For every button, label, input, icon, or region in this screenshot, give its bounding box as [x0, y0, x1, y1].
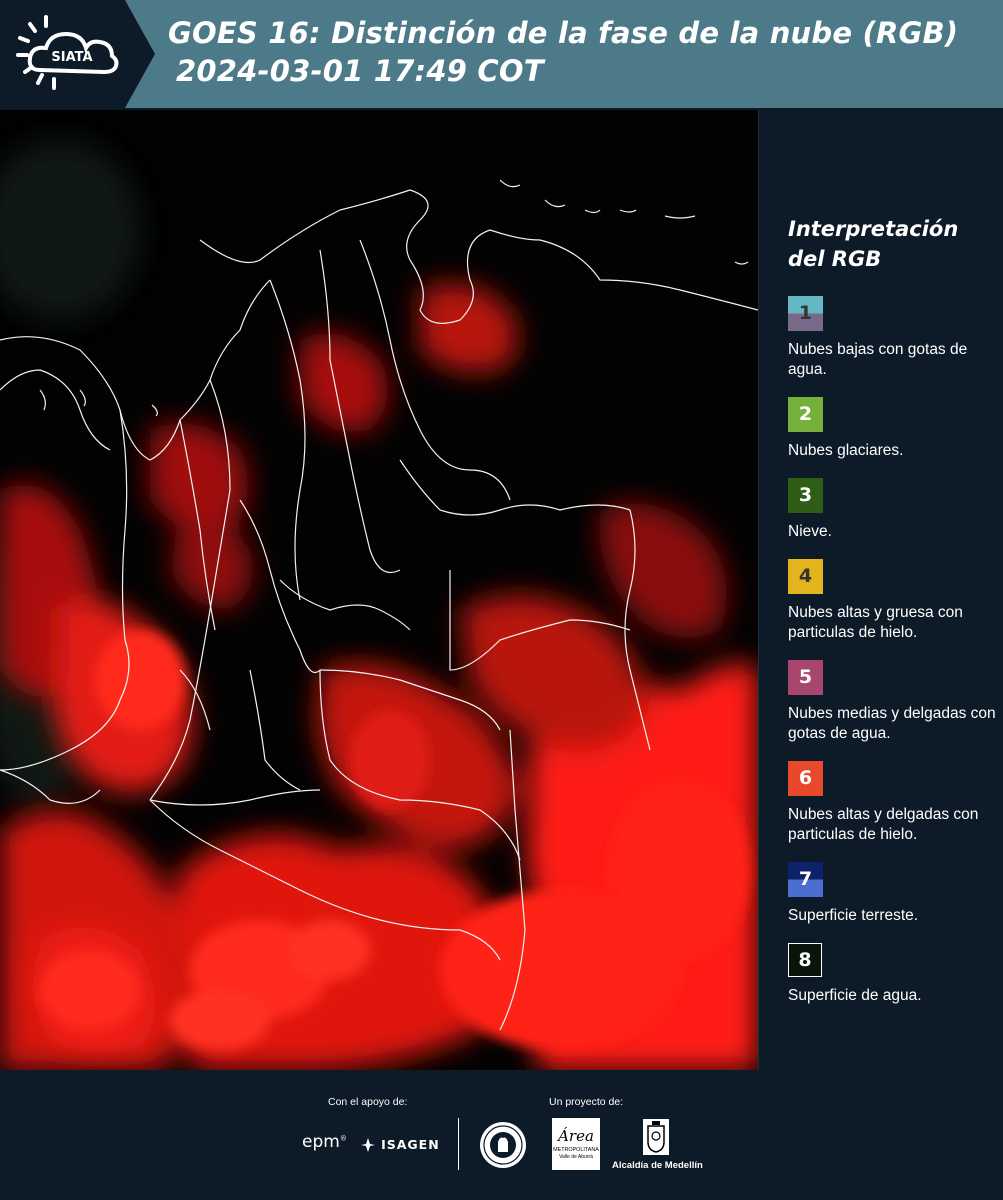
legend-item: 7 Superficie terreste. — [788, 862, 998, 926]
satellite-map — [0, 110, 758, 1070]
legend-swatch: 6 — [788, 761, 823, 796]
legend-swatch: 8 — [788, 943, 822, 977]
legend-description: Nubes bajas con gotas de agua. — [788, 341, 968, 378]
legend-title: Interpretación del RGB — [788, 214, 998, 274]
area-logo-sub2: Valle de Aburrá — [559, 1154, 593, 1160]
legend-description: Nubes altas y delgadas con particulas de… — [788, 806, 979, 843]
epm-logo: epm® — [302, 1132, 347, 1152]
isagen-logo: ISAGEN — [360, 1134, 440, 1153]
legend-number: 8 — [798, 949, 812, 971]
title-line-1: GOES 16: Distinción de la fase de la nub… — [168, 16, 959, 50]
legend-swatch: 3 — [788, 478, 823, 513]
medellin-shield-icon — [642, 1118, 670, 1160]
legend-swatch: 4 — [788, 559, 823, 594]
legend-swatch: 2 — [788, 397, 823, 432]
legend-description: Nubes medias y delgadas con gotas de agu… — [788, 705, 996, 742]
legend-number: 1 — [798, 302, 813, 324]
siata-logo: SIATA — [0, 0, 155, 108]
legend-number: 2 — [798, 403, 813, 425]
map-divider — [758, 110, 759, 1070]
area-metropolitana-logo: Área METROPOLITANA Valle de Aburrá — [552, 1118, 600, 1170]
seal-logo — [478, 1120, 528, 1174]
legend-description: Superficie de agua. — [788, 987, 922, 1004]
area-logo-subtitle: METROPOLITANA — [553, 1147, 599, 1153]
alcaldia-medellin-text: Alcaldía de Medellín — [612, 1160, 703, 1171]
legend-number: 6 — [798, 767, 813, 789]
legend-description: Nieve. — [788, 523, 832, 540]
legend-number: 5 — [798, 666, 813, 688]
legend-item: 4 Nubes altas y gruesa con particulas de … — [788, 559, 998, 643]
legend-panel: Interpretación del RGB 1 Nubes bajas con … — [788, 214, 998, 1023]
legend-swatch: 7 — [788, 862, 823, 897]
legend-number: 3 — [798, 484, 813, 506]
footer: Con el apoyo de: Un proyecto de: epm® IS… — [0, 1070, 1003, 1200]
legend-description: Nubes altas y gruesa con particulas de h… — [788, 604, 963, 641]
area-logo-title: Área — [558, 1127, 594, 1145]
siata-logo-text: SIATA — [51, 50, 92, 65]
isagen-mark-icon — [361, 1137, 375, 1152]
support-label: Con el apoyo de: — [328, 1096, 408, 1108]
legend-description: Superficie terreste. — [788, 907, 919, 924]
legend-item: 1 Nubes bajas con gotas de agua. — [788, 296, 998, 380]
legend-number: 7 — [798, 868, 813, 890]
legend-description: Nubes glaciares. — [788, 442, 904, 459]
title-line-2: 2024-03-01 17:49 COT — [176, 54, 544, 88]
legend-swatch: 1 — [788, 296, 823, 331]
epm-logo-text: epm — [302, 1132, 340, 1152]
satellite-image — [0, 110, 758, 1070]
legend-number: 4 — [798, 565, 813, 587]
legend-title-line-2: del RGB — [788, 247, 882, 271]
legend-item: 5 Nubes medias y delgadas con gotas de ag… — [788, 660, 998, 744]
legend-item: 8 Superficie de agua. — [788, 943, 998, 1006]
page-title: GOES 16: Distinción de la fase de la nub… — [168, 14, 958, 90]
project-label: Un proyecto de: — [549, 1096, 624, 1108]
legend-items: 1 Nubes bajas con gotas de agua. 2 Nubes gl… — [788, 296, 998, 1006]
footer-divider — [458, 1118, 459, 1170]
legend-swatch: 5 — [788, 660, 823, 695]
legend-item: 3 Nieve. — [788, 478, 998, 542]
legend-item: 6 Nubes altas y delgadas con particulas d… — [788, 761, 998, 845]
isagen-logo-text: ISAGEN — [381, 1137, 440, 1152]
legend-title-line-1: Interpretación — [788, 217, 959, 241]
header-bar: SIATA GOES 16: Distinción de la fase de … — [0, 0, 1003, 108]
legend-item: 2 Nubes glaciares. — [788, 397, 998, 461]
